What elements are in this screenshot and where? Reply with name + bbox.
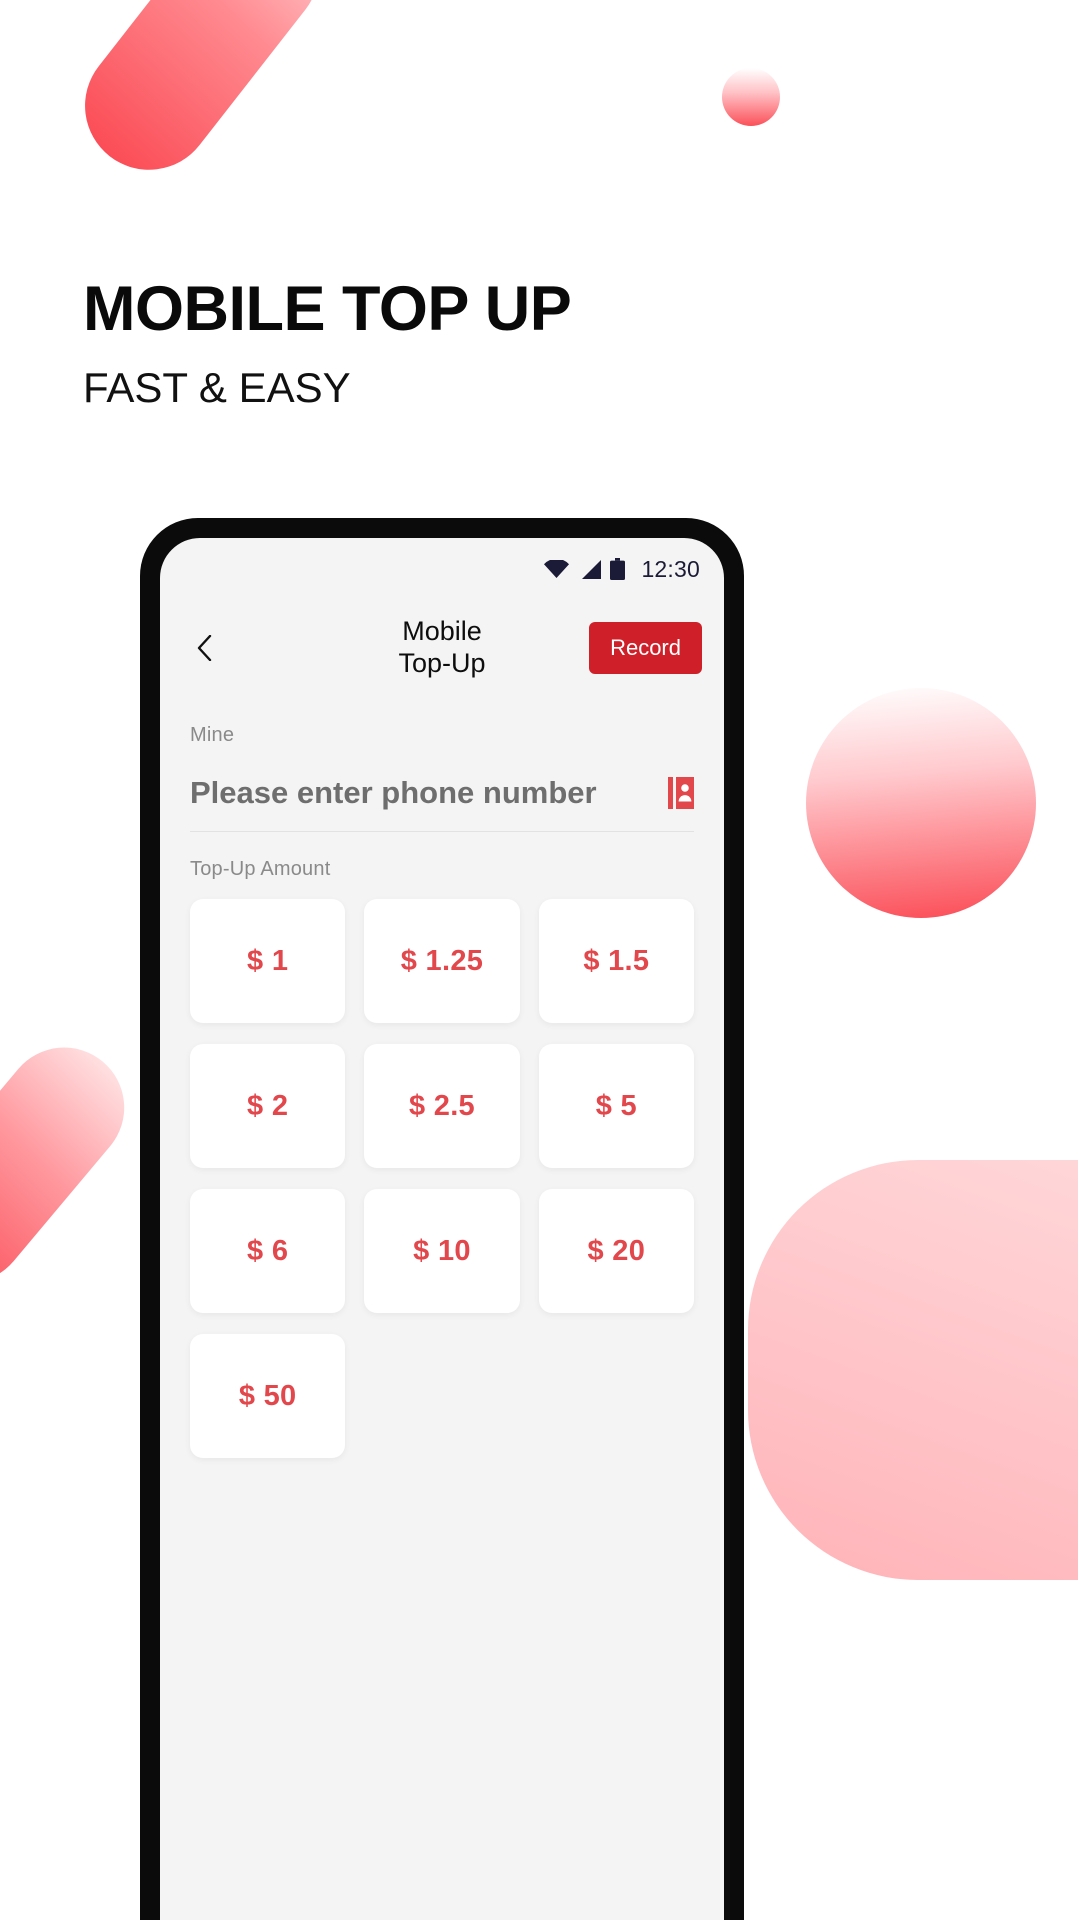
decorative-capsule-left [0, 1023, 149, 1307]
phone-number-section: Mine [160, 696, 724, 832]
amount-option[interactable]: $ 5 [538, 1044, 694, 1168]
wifi-icon [544, 560, 570, 578]
amount-option-label: $ 5 [595, 1089, 637, 1122]
amount-option[interactable]: $ 50 [190, 1334, 346, 1458]
amount-option[interactable]: $ 2 [190, 1044, 346, 1168]
phone-mockup: 12:30 Mobile Top-Up Record Mine Please e… [140, 518, 744, 1920]
amount-option-label: $ 1.5 [583, 944, 650, 977]
hero-text-block: MOBILE TOP UP FAST & EASY [83, 274, 572, 411]
amount-option[interactable]: $ 1.25 [364, 899, 520, 1023]
decorative-circle-right [806, 688, 1036, 918]
decorative-dot-top-right [722, 68, 780, 126]
chevron-left-icon [197, 635, 211, 661]
decorative-blob-bottom-right [748, 1160, 1078, 1580]
status-time: 12:30 [641, 555, 700, 582]
amount-option-label: $ 20 [587, 1234, 646, 1267]
amount-option[interactable]: $ 6 [190, 1189, 346, 1313]
top-up-amount-section: Top-Up Amount $ 1 $ 1.25 $ 1.5 $ 2 $ 2.5 $ 5 $… [160, 832, 724, 1458]
signal-icon [582, 559, 602, 579]
phone-number-input[interactable] [190, 775, 668, 811]
amount-option[interactable]: $ 10 [364, 1189, 520, 1313]
amount-option[interactable]: $ 1.5 [538, 899, 694, 1023]
phone-number-field[interactable] [190, 759, 694, 832]
status-bar: 12:30 [160, 538, 724, 600]
page-subtitle: FAST & EASY [83, 364, 351, 411]
amount-option-label: $ 1 [247, 944, 289, 977]
field-label-mine: Mine [190, 724, 235, 746]
amount-option[interactable]: $ 1 [190, 899, 346, 1023]
amount-option[interactable]: $ 20 [538, 1189, 694, 1313]
page-title: MOBILE TOP UP [83, 274, 572, 344]
record-button[interactable]: Record [589, 622, 702, 674]
amount-option-label: $ 2.5 [408, 1089, 475, 1122]
amount-option-label: $ 2 [247, 1089, 289, 1122]
app-header: Mobile Top-Up Record [160, 600, 724, 696]
contact-book-icon[interactable] [668, 777, 694, 809]
amount-option[interactable]: $ 2.5 [364, 1044, 520, 1168]
amount-option-label: $ 10 [413, 1234, 471, 1267]
decorative-capsule-top [59, 0, 345, 196]
back-button[interactable] [182, 626, 226, 670]
amount-grid: $ 1 $ 1.25 $ 1.5 $ 2 $ 2.5 $ 5 $ 6 $ 10 $ 20 $ 50 [190, 899, 694, 1458]
amount-option-label: $ 50 [238, 1379, 297, 1412]
battery-icon [610, 558, 626, 580]
amount-option-label: $ 1.25 [400, 944, 484, 977]
amount-section-label: Top-Up Amount [190, 858, 331, 880]
phone-screen: 12:30 Mobile Top-Up Record Mine Please e… [160, 538, 724, 1920]
promo-screenshot: MOBILE TOP UP FAST & EASY 12:30 Mobile T… [0, 0, 1080, 1920]
amount-option-label: $ 6 [247, 1234, 289, 1267]
